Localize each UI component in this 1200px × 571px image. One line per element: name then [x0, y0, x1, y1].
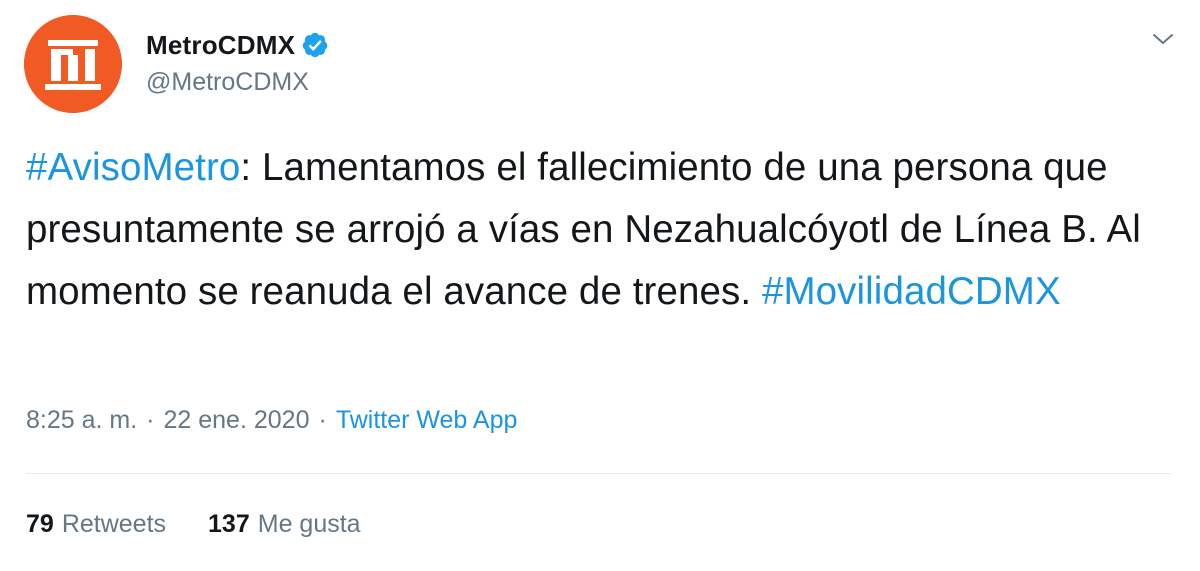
meta-separator: · [146, 406, 155, 434]
verified-badge-icon [301, 31, 329, 59]
hashtag-link[interactable]: #AvisoMetro [26, 146, 240, 189]
tweet-meta: 8:25 a. m. · 22 ene. 2020 · Twitter Web … [26, 406, 517, 435]
author-display-name[interactable]: MetroCDMX [146, 30, 295, 61]
likes-label: Me gusta [257, 510, 361, 538]
tweet-date[interactable]: 22 ene. 2020 [164, 406, 310, 435]
likes-stat[interactable]: 137 Me gusta [208, 510, 361, 539]
retweets-label: Retweets [61, 510, 167, 538]
retweets-stat[interactable]: 79 Retweets [26, 510, 166, 539]
metro-cdmx-logo-icon [24, 15, 122, 113]
meta-separator: · [318, 406, 327, 434]
tweet-time[interactable]: 8:25 a. m. [26, 406, 137, 435]
hashtag-link[interactable]: #MovilidadCDMX [762, 270, 1061, 313]
chevron-down-icon[interactable] [1148, 24, 1178, 54]
author-name-row: MetroCDMX [146, 27, 329, 63]
divider [26, 473, 1172, 474]
tweet-text: #AvisoMetro: Lamentamos el fallecimiento… [26, 137, 1166, 323]
avatar[interactable] [24, 15, 122, 113]
tweet-stats: 79 Retweets 137 Me gusta [26, 510, 361, 539]
author-handle[interactable]: @MetroCDMX [146, 68, 309, 97]
tweet-card: MetroCDMX @MetroCDMX #AvisoMetro: Lament… [0, 0, 1200, 571]
retweets-count: 79 [26, 510, 54, 538]
likes-count: 137 [208, 510, 250, 538]
tweet-source-link[interactable]: Twitter Web App [336, 406, 518, 435]
